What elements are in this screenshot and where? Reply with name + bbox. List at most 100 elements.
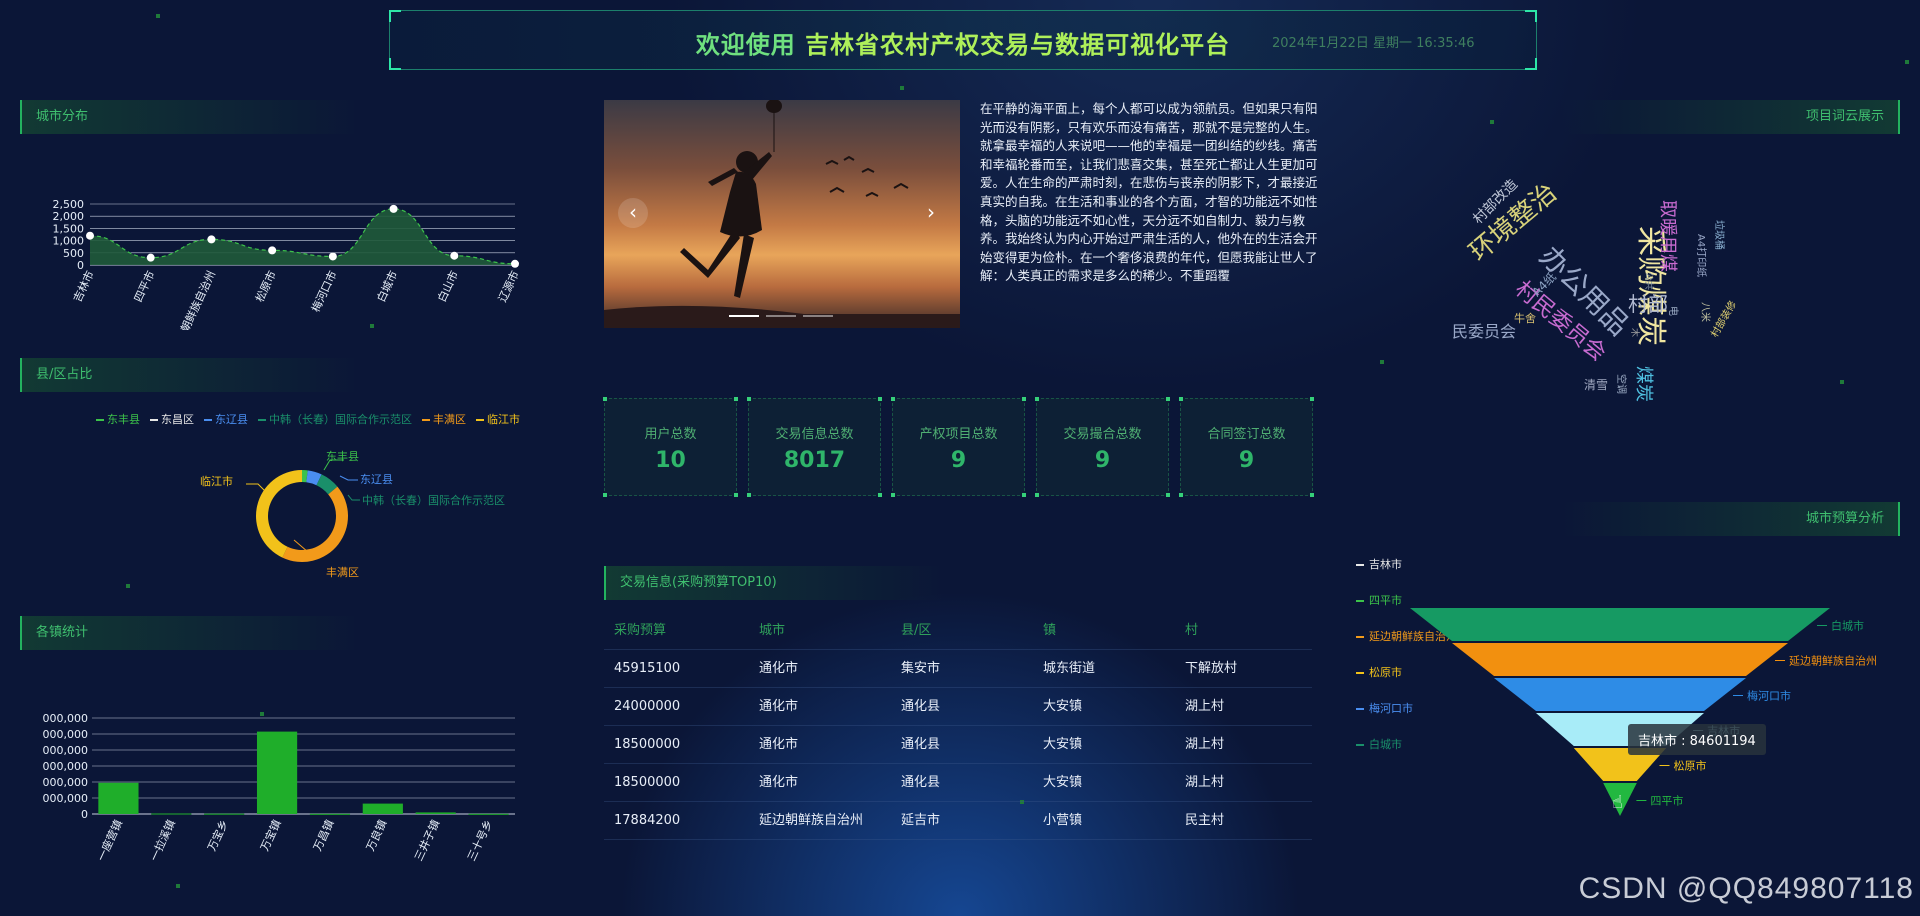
bar	[204, 813, 245, 815]
word-cloud-term[interactable]: 木	[1629, 328, 1642, 337]
y-tick-label: 1,500	[53, 222, 85, 235]
panel-title-budget: 城市预算分析	[1560, 502, 1900, 536]
legend-item[interactable]: 东辽县	[204, 411, 248, 427]
donut-label-dongliao: 东辽县	[360, 473, 393, 486]
bar	[256, 731, 298, 814]
bar	[309, 813, 351, 815]
word-cloud-term[interactable]: 村部	[1628, 288, 1668, 317]
funnel-label: 梅河口市	[1747, 689, 1791, 703]
x-tick-label: 一拉溪镇	[147, 817, 178, 863]
table-cell: 湖上村	[1185, 699, 1225, 714]
stat-card-trade-info: 交易信息总数 8017	[747, 397, 882, 497]
data-point	[268, 246, 277, 255]
panel-title-city: 城市分布	[20, 100, 360, 134]
legend-item[interactable]: 东昌区	[150, 411, 194, 427]
donut-slice	[256, 470, 302, 558]
carousel-indicator-2[interactable]	[766, 315, 796, 317]
x-tick-label: 万宝镇	[257, 817, 284, 853]
word-cloud-term[interactable]: A4打印纸	[1695, 234, 1710, 277]
y-tick-label: 000,000	[43, 792, 89, 805]
trade-table: 采购预算 城市 县/区 镇 村 45915100 通化市 集安市 城东街道 下解放村 2400000…	[604, 612, 1312, 840]
carousel-next-button[interactable]: ›	[916, 198, 946, 228]
word-cloud-term[interactable]: 电	[1667, 306, 1682, 316]
table-row[interactable]: 18500000 通化市 通化县 大安镇 湖上村	[604, 764, 1312, 802]
data-point	[511, 259, 519, 268]
x-tick-label: 万良镇	[363, 817, 390, 853]
word-cloud-term[interactable]: 民委员会	[1452, 318, 1516, 342]
y-tick-label: 2,000	[53, 210, 85, 223]
legend-item[interactable]: 临江市	[476, 411, 520, 427]
legend-item[interactable]: 吉林市	[1356, 556, 1457, 572]
carousel-indicator-3[interactable]	[803, 315, 833, 317]
data-point	[450, 251, 459, 260]
table-header-cell: 城市	[759, 623, 786, 638]
bar	[98, 782, 139, 814]
donut-label-dongfeng: 东丰县	[326, 450, 359, 463]
x-tick-label: 梅河口市	[308, 268, 339, 314]
stat-label: 交易信息总数	[775, 427, 854, 442]
table-cell: 通化市	[759, 699, 799, 714]
legend-item[interactable]: 中韩（长春）国际合作示范区	[258, 411, 412, 427]
bar	[151, 813, 192, 815]
stat-card-matches: 交易撮合总数 9	[1035, 397, 1170, 497]
table-cell: 延吉市	[901, 813, 941, 828]
stat-label: 合同签订总数	[1207, 427, 1286, 442]
stat-value: 9	[1094, 448, 1111, 473]
table-cell: 通化市	[759, 661, 799, 676]
image-carousel[interactable]: ‹ ›	[604, 100, 960, 328]
donut-label-zhonghan: 中韩（长春）国际合作示范区	[362, 493, 505, 507]
carousel-prev-button[interactable]: ‹	[618, 198, 648, 228]
word-cloud-term[interactable]: 垃圾桶	[1713, 220, 1728, 250]
stat-label: 产权项目总数	[919, 427, 998, 442]
carousel-image-girl-balloon	[604, 100, 960, 328]
table-cell: 通化县	[901, 775, 941, 790]
table-row[interactable]: 45915100 通化市 集安市 城东街道 下解放村	[604, 650, 1312, 688]
funnel-level	[1410, 608, 1830, 641]
stat-value: 9	[950, 448, 967, 473]
stat-card-users: 用户总数 10	[603, 397, 738, 497]
table-row[interactable]: 18500000 通化市 通化县 大安镇 湖上村	[604, 726, 1312, 764]
y-tick-label: 2,500	[53, 198, 85, 211]
y-tick-label: 000,000	[43, 712, 89, 725]
funnel-tooltip: 吉林市 : 84601194	[1628, 724, 1766, 755]
table-row[interactable]: 24000000 通化市 通化县 大安镇 湖上村	[604, 688, 1312, 726]
table-header-row: 采购预算 城市 县/区 镇 村	[604, 612, 1312, 650]
donut-label-linjiang: 临江市	[200, 474, 233, 488]
funnel-label: 松原市	[1674, 759, 1707, 773]
table-row[interactable]: 17884200 延边朝鲜族自治州 延吉市 小营镇 民主村	[604, 802, 1312, 840]
word-cloud-term[interactable]: 牛舍	[1514, 310, 1536, 326]
word-cloud-term[interactable]: 取暖用煤	[1656, 200, 1682, 272]
panel-title-wordcloud: 项目词云展示	[1560, 100, 1900, 134]
table-cell: 民主村	[1185, 813, 1225, 828]
data-point	[146, 253, 155, 262]
table-cell: 通化县	[901, 737, 941, 752]
word-cloud-term[interactable]: 公共	[1643, 272, 1656, 290]
x-tick-label: 白城市	[374, 268, 401, 304]
word-cloud-term[interactable]: 八米	[1699, 302, 1714, 322]
table-header-cell: 镇	[1043, 623, 1057, 638]
y-tick-label: 0	[81, 808, 88, 821]
table-cell: 小营镇	[1043, 813, 1083, 828]
x-tick-label: 四平市	[131, 268, 158, 304]
page-title-platform: 吉林省农村产权交易与数据可视化平台	[805, 31, 1231, 59]
table-cell: 通化市	[759, 737, 799, 752]
mouse-cursor-icon: ☝	[1612, 792, 1623, 813]
word-cloud-term[interactable]: 空调	[1615, 374, 1630, 394]
stat-value: 8017	[783, 448, 846, 473]
table-cell: 45915100	[614, 661, 681, 676]
word-cloud-term[interactable]: 清雪	[1584, 376, 1608, 393]
data-point	[86, 231, 94, 240]
word-cloud-term[interactable]: 煤炭	[1632, 366, 1658, 402]
carousel-indicator-1[interactable]	[729, 315, 759, 317]
stat-card-contracts: 合同签订总数 9	[1179, 397, 1314, 497]
table-cell: 通化县	[901, 699, 941, 714]
bar	[468, 813, 509, 815]
legend-item[interactable]: 东丰县	[96, 411, 140, 427]
city-budget-funnel: 白城市延边朝鲜族自治州梅河口市吉林市松原市四平市	[1410, 608, 1877, 816]
table-cell: 城东街道	[1043, 661, 1096, 676]
y-tick-label: 000,000	[43, 760, 89, 773]
table-cell: 湖上村	[1185, 775, 1225, 790]
donut-slice	[282, 486, 348, 562]
legend-item[interactable]: 丰满区	[422, 411, 466, 427]
y-tick-label: 0	[77, 259, 84, 272]
